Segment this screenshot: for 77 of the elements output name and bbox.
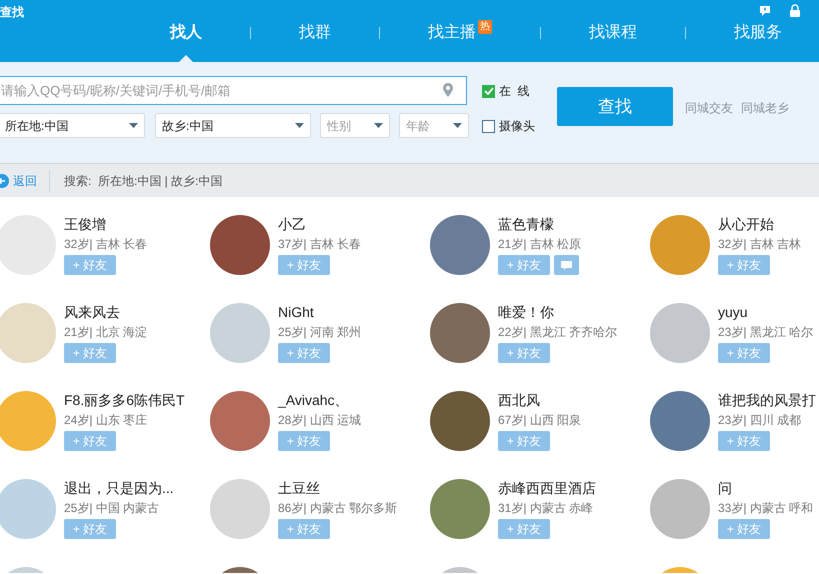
user-info: 25岁| 河南 郑州: [278, 324, 362, 340]
user-name: 小乙: [278, 215, 307, 233]
chat-bubble-icon: [561, 260, 572, 270]
tab[interactable]: 找人: [170, 20, 202, 46]
user-info: 23岁| 四川 成都: [718, 412, 802, 428]
dropdown[interactable]: 所在地:中国: [0, 113, 145, 138]
add-friend-button[interactable]: + 好友: [718, 255, 770, 275]
dropdown[interactable]: 性别: [320, 113, 390, 138]
search-summary: 搜索: 所在地:中国 | 故乡:中国: [64, 172, 222, 190]
user-info: 21岁| 北京 海淀: [64, 324, 148, 340]
user-info: 28岁| 山西 运城: [278, 412, 362, 428]
add-friend-button[interactable]: + 好友: [278, 343, 330, 363]
tab[interactable]: 找课程: [589, 20, 637, 46]
add-friend-button[interactable]: + 好友: [64, 431, 116, 451]
window-title: 查找: [0, 4, 24, 21]
user-name: 赤峰西西里酒店: [498, 479, 596, 497]
add-friend-button[interactable]: + 好友: [498, 431, 550, 451]
user-info: 67岁| 山西 阳泉: [498, 412, 582, 428]
user-info: 31岁| 内蒙古 赤峰: [498, 500, 594, 516]
add-friend-button[interactable]: + 好友: [64, 255, 116, 275]
checkbox[interactable]: 在 线: [482, 82, 530, 100]
search-button[interactable]: 查找: [557, 87, 673, 126]
add-friend-button[interactable]: + 好友: [498, 255, 550, 275]
user-name: _Avivahc、: [278, 391, 350, 409]
caret-icon: [295, 123, 304, 128]
back-button[interactable]: 返回: [0, 172, 37, 190]
add-friend-button[interactable]: + 好友: [718, 431, 770, 451]
check-icon: [484, 87, 494, 95]
user-info: 32岁| 吉林 长春: [64, 236, 148, 252]
link[interactable]: 同城老乡: [741, 99, 789, 117]
add-friend-button[interactable]: + 好友: [498, 519, 550, 539]
add-friend-button[interactable]: + 好友: [64, 343, 116, 363]
add-friend-button[interactable]: + 好友: [278, 255, 330, 275]
user-name: 谁把我的风景打: [718, 391, 816, 409]
caret-icon: [129, 123, 138, 128]
user-info: 24岁| 山东 枣庄: [64, 412, 148, 428]
add-friend-button[interactable]: + 好友: [64, 519, 116, 539]
user-name: 蓝色青檬: [498, 215, 555, 233]
message-button[interactable]: [554, 255, 579, 275]
user-info: 21岁| 吉林 松原: [498, 236, 582, 252]
user-name: 从心开始: [718, 215, 775, 233]
lock-icon[interactable]: [789, 4, 801, 17]
user-info: 33岁| 内蒙古 呼和: [718, 500, 814, 516]
user-name: 西北风: [498, 391, 541, 409]
feedback-icon[interactable]: [759, 5, 771, 17]
add-friend-button[interactable]: + 好友: [498, 343, 550, 363]
tab[interactable]: 找主播: [428, 20, 476, 46]
user-info: 32岁| 吉林 吉林: [718, 236, 802, 252]
user-info: 22岁| 黑龙江 齐齐哈尔: [498, 324, 618, 340]
user-info: 23岁| 黑龙江 哈尔: [718, 324, 814, 340]
dropdown[interactable]: 年龄: [399, 113, 469, 138]
add-friend-button[interactable]: + 好友: [278, 519, 330, 539]
user-name: 风来风去: [64, 303, 121, 321]
dropdown[interactable]: 故乡:中国: [155, 113, 311, 138]
link[interactable]: 同城交友: [685, 99, 733, 117]
caret-icon: [374, 123, 383, 128]
user-name: yuyu: [718, 303, 749, 321]
caret-icon: [453, 123, 462, 128]
checkbox[interactable]: 摄像头: [482, 117, 535, 135]
user-name: 问: [718, 479, 733, 497]
user-info: 86岁| 内蒙古 鄂尔多斯: [278, 500, 398, 516]
hot-badge: 热: [478, 20, 492, 34]
user-info: 37岁| 吉林 长春: [278, 236, 362, 252]
tab[interactable]: 找服务: [734, 20, 782, 46]
user-name: NiGht: [278, 303, 315, 321]
user-name: 唯爱！你: [498, 303, 555, 321]
user-name: 土豆丝: [278, 479, 321, 497]
user-info: 25岁| 中国 内蒙古: [64, 500, 160, 516]
user-name: 王俊增: [64, 215, 107, 233]
search-field[interactable]: 请输入QQ号码/昵称/关键词/手机号/邮箱: [0, 76, 467, 105]
add-friend-button[interactable]: + 好友: [718, 343, 770, 363]
user-name: 退出，只是因为...: [64, 479, 174, 497]
user-name: F8.丽多多6陈伟民T: [64, 391, 185, 409]
tab[interactable]: 找群: [299, 20, 331, 46]
location-pin-icon[interactable]: [443, 83, 453, 97]
add-friend-button[interactable]: + 好友: [278, 431, 330, 451]
add-friend-button[interactable]: + 好友: [718, 519, 770, 539]
